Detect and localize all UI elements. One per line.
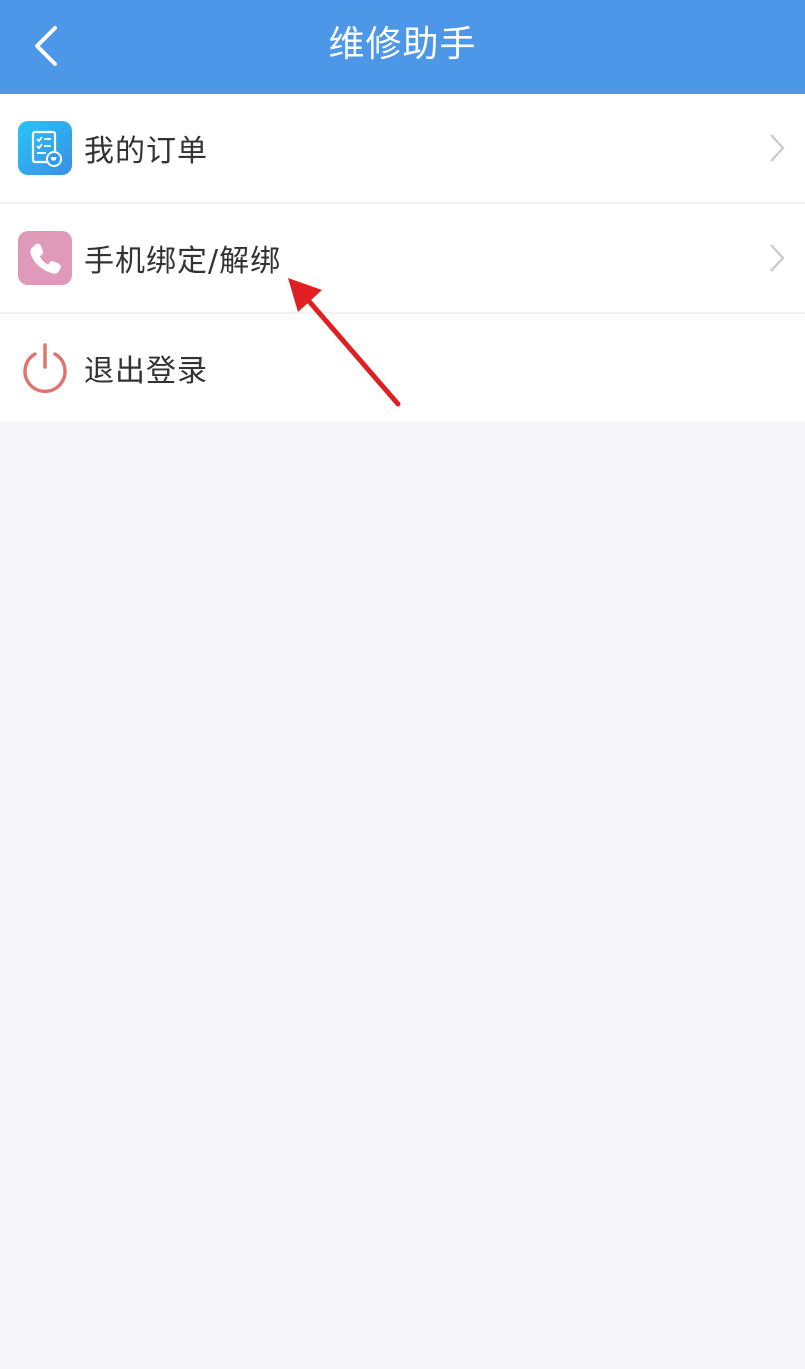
menu-item-phone-binding[interactable]: 手机绑定/解绑 <box>0 202 805 312</box>
page-title: 维修助手 <box>328 24 477 65</box>
phone-icon <box>18 231 72 285</box>
menu-item-label: 退出登录 <box>84 354 208 389</box>
menu-item-label: 我的订单 <box>84 134 208 169</box>
menu-item-logout[interactable]: 退出登录 <box>0 312 805 422</box>
power-icon <box>23 343 67 393</box>
chevron-right-icon <box>770 244 785 272</box>
chevron-right-icon <box>770 134 785 162</box>
app-header: 维修助手 <box>0 0 805 94</box>
menu-item-my-orders[interactable]: 我的订单 <box>0 94 805 202</box>
chevron-left-icon <box>35 26 57 66</box>
settings-menu: 我的订单 手机绑定/解绑 退出登录 <box>0 94 805 422</box>
back-button[interactable] <box>14 14 78 78</box>
menu-item-label: 手机绑定/解绑 <box>84 244 282 279</box>
order-list-icon <box>18 121 72 175</box>
